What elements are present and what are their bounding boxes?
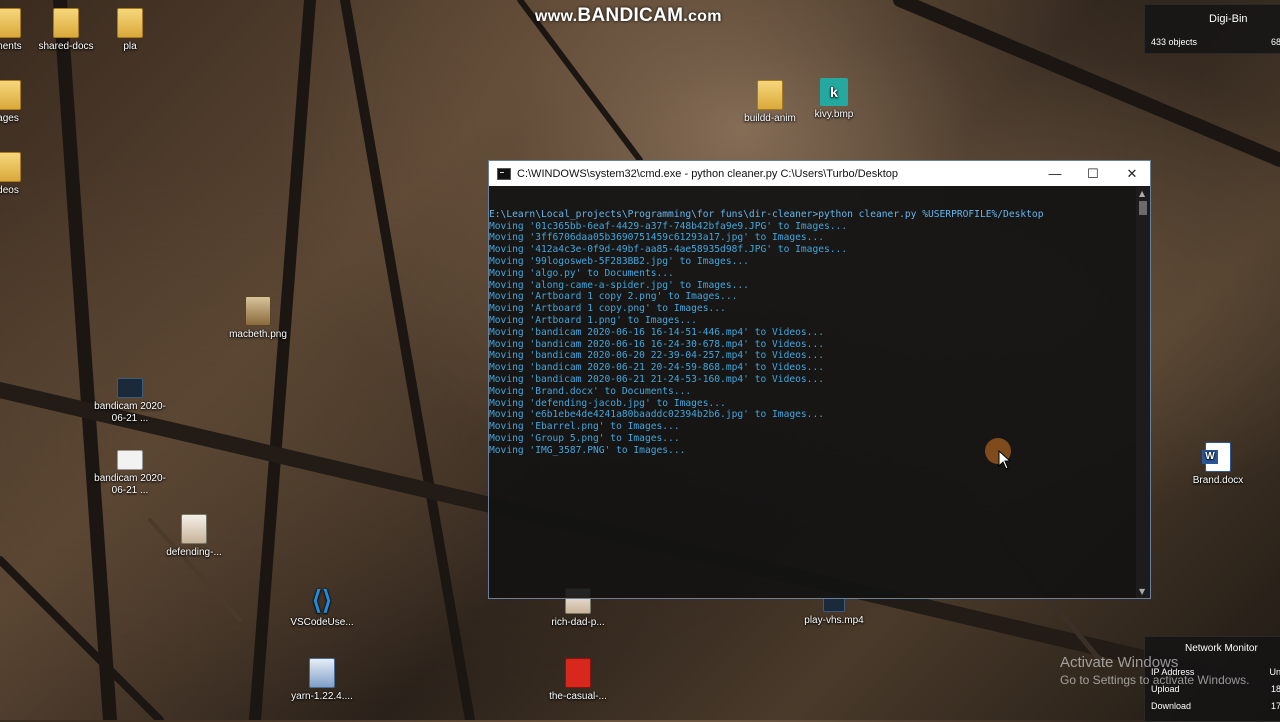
activate-windows-notice: Activate Windows Go to Settings to activ… <box>1060 654 1250 687</box>
cmd-output-line: Moving 'IMG_3587.PNG' to Images... <box>489 444 686 456</box>
cmd-window-title: C:\WINDOWS\system32\cmd.exe - python cle… <box>517 167 899 180</box>
book-icon <box>565 658 591 688</box>
scrollbar-thumb[interactable] <box>1139 201 1147 215</box>
close-button[interactable]: ✕ <box>1113 161 1151 186</box>
desktop-icon-play-vhs[interactable]: play-vhs.mp4 <box>796 596 872 627</box>
cmd-output-line: Moving '99logosweb-5F283BB2.jpg' to Imag… <box>489 255 749 267</box>
cmd-output-line: Moving 'Artboard 1 copy.png' to Images..… <box>489 303 726 315</box>
cmd-prompt-line: E:\Learn\Local_projects\Programming\for … <box>489 208 1044 220</box>
book-icon <box>181 514 207 544</box>
terminal-icon <box>497 167 511 180</box>
folder-icon <box>0 152 21 182</box>
folder-icon <box>757 80 783 110</box>
cmd-output-line: Moving 'bandicam 2020-06-21 20-24-59-868… <box>489 362 825 374</box>
vertical-scrollbar[interactable]: ▲ ▼ <box>1136 187 1150 598</box>
cmd-output-line: Moving 'Brand.docx' to Documents... <box>489 385 692 397</box>
desktop-icon-the-casual[interactable]: the-casual-... <box>540 658 616 703</box>
desktop-icon-yarn-installer[interactable]: yarn-1.22.4.... <box>284 658 360 703</box>
netmon-download-value: 17 <box>1270 701 1280 711</box>
desktop-icon-images[interactable]: ages <box>0 80 46 125</box>
desktop-icon-macbeth[interactable]: macbeth.png <box>220 296 296 341</box>
folder-icon <box>0 8 21 38</box>
digibin-count: 433 objects <box>1151 37 1198 47</box>
netmon-title: Network Monitor <box>1185 643 1258 654</box>
netmon-download-label: Download <box>1151 701 1192 711</box>
desktop-icon-brand-docx[interactable]: Brand.docx <box>1180 442 1256 487</box>
kivy-icon: k <box>820 78 848 106</box>
folder-icon <box>53 8 79 38</box>
cmd-titlebar[interactable]: C:\WINDOWS\system32\cmd.exe - python cle… <box>489 161 1150 186</box>
cmd-output-line: Moving 'along-came-a-spider.jpg' to Imag… <box>489 279 749 291</box>
digibin-size: 68 <box>1270 37 1280 47</box>
digibin-title: Digi-Bin <box>1209 13 1248 25</box>
mouse-cursor-icon <box>998 450 1012 470</box>
cmd-output-line: Moving 'bandicam 2020-06-20 22-39-04-257… <box>489 350 825 362</box>
cmd-window[interactable]: C:\WINDOWS\system32\cmd.exe - python cle… <box>488 160 1151 599</box>
cmd-output-line: Moving 'Ebarrel.png' to Images... <box>489 421 680 433</box>
desktop-icon-defending[interactable]: defending-... <box>156 514 232 559</box>
cmd-output-line: Moving '01c365bb-6eaf-4429-a37f-748b42bf… <box>489 220 848 232</box>
scroll-up-icon[interactable]: ▲ <box>1139 189 1145 198</box>
netmon-ip-value: Un <box>1269 667 1280 677</box>
cmd-output-line: Moving 'bandicam 2020-06-16 16-24-30-678… <box>489 338 825 350</box>
installer-icon <box>309 658 335 688</box>
file-icon <box>117 450 143 470</box>
cmd-output-line: Moving 'bandicam 2020-06-21 21-24-53-160… <box>489 373 825 385</box>
desktop-icon-pla[interactable]: pla <box>92 8 168 53</box>
bandicam-watermark: www.BANDICAM.com <box>535 5 722 26</box>
cmd-output-line: Moving 'Artboard 1.png' to Images... <box>489 314 697 326</box>
vscode-icon: ⟨⟩ <box>311 585 333 615</box>
video-icon <box>117 378 143 398</box>
cmd-output[interactable]: E:\Learn\Local_projects\Programming\for … <box>489 187 1136 598</box>
cmd-output-line: Moving '3ff6706daa05b3690751459c61293a17… <box>489 232 825 244</box>
cmd-output-line: Moving 'bandicam 2020-06-16 16-14-51-446… <box>489 326 825 338</box>
cmd-output-line: Moving 'defending-jacob.jpg' to Images..… <box>489 397 726 409</box>
desktop-icon-bandicam-video[interactable]: bandicam 2020-06-21 ... <box>92 378 168 425</box>
cmd-output-line: Moving 'algo.py' to Documents... <box>489 267 674 279</box>
folder-icon <box>0 80 21 110</box>
cmd-output-line: Moving 'Artboard 1 copy 2.png' to Images… <box>489 291 738 303</box>
minimize-button[interactable]: — <box>1036 161 1074 186</box>
cmd-output-line: Moving 'e6b1ebe4de4241a80baaddc02394b2b6… <box>489 409 825 421</box>
digibin-widget[interactable]: Digi-Bin 433 objects 68 <box>1144 4 1280 54</box>
desktop-icon-bandicam-file[interactable]: bandicam 2020-06-21 ... <box>92 450 168 497</box>
cmd-output-line: Moving 'Group 5.png' to Images... <box>489 432 680 444</box>
word-icon <box>1202 442 1231 472</box>
image-icon <box>245 296 271 326</box>
maximize-button[interactable]: ☐ <box>1074 161 1112 186</box>
netmon-upload-value: 18 <box>1270 684 1280 694</box>
cmd-output-line: Moving '412a4c3e-0f9d-49bf-aa85-4ae58935… <box>489 244 848 256</box>
scroll-down-icon[interactable]: ▼ <box>1139 587 1145 596</box>
folder-icon <box>117 8 143 38</box>
desktop-icon-vscode-installer[interactable]: ⟨⟩ VSCodeUse... <box>284 586 360 629</box>
desktop-icon-videos[interactable]: deos <box>0 152 46 197</box>
desktop-icon-kivy-bmp[interactable]: k kivy.bmp <box>796 78 872 121</box>
